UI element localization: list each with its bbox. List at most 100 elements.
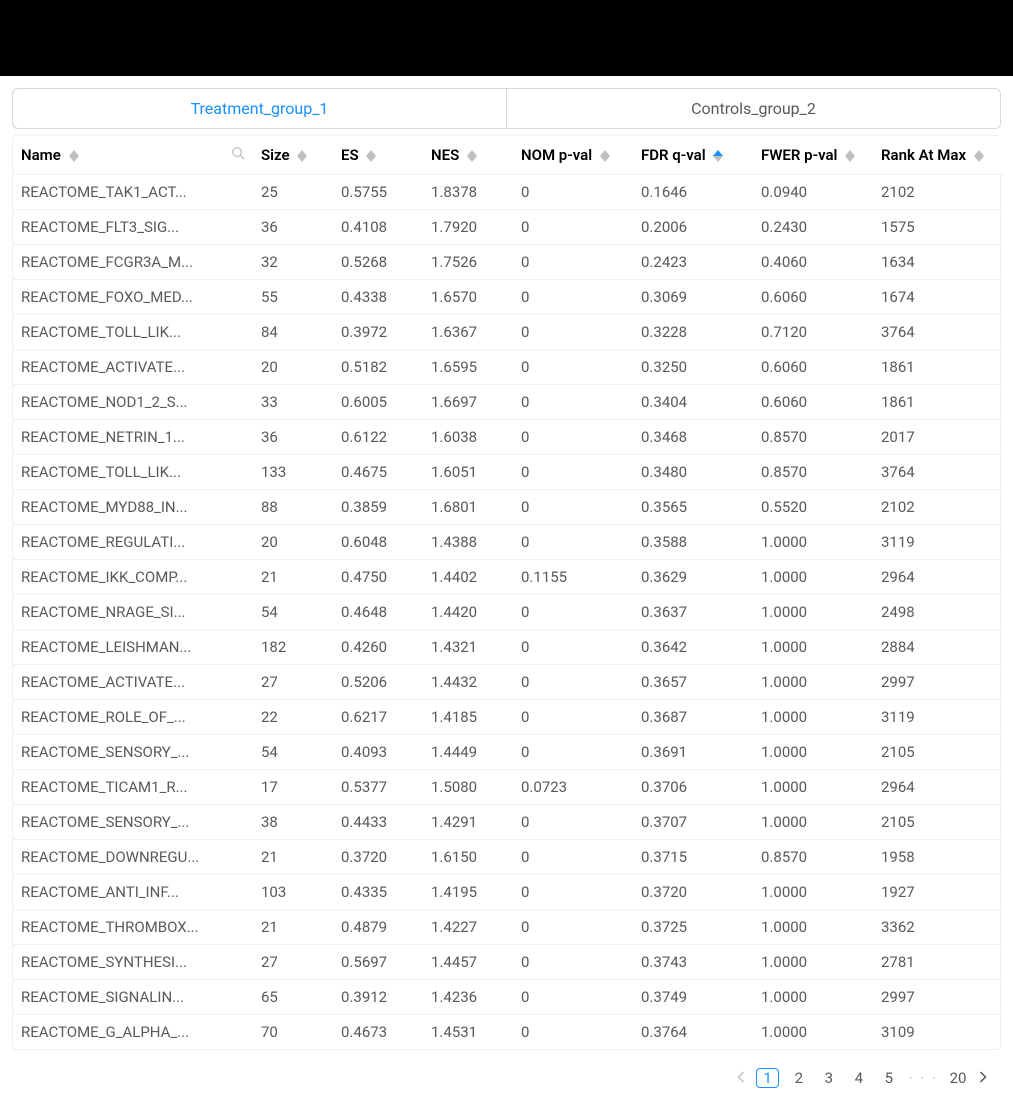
cell-rank: 3764 [873, 455, 1003, 490]
page-3[interactable]: 3 [819, 1069, 839, 1087]
cell-name: REACTOME_FLT3_SIG... [13, 210, 253, 245]
cell-nom: 0 [513, 280, 633, 315]
table-row[interactable]: REACTOME_TICAM1_R...170.53771.50800.0723… [13, 770, 1003, 805]
cell-es: 0.4335 [333, 875, 423, 910]
table-row[interactable]: REACTOME_FLT3_SIG...360.41081.792000.200… [13, 210, 1003, 245]
cell-size: 182 [253, 630, 333, 665]
cell-nom: 0 [513, 735, 633, 770]
col-fdr[interactable]: FDR q-val [633, 136, 753, 175]
table-row[interactable]: REACTOME_G_ALPHA_...700.46731.453100.376… [13, 1015, 1003, 1050]
cell-size: 70 [253, 1015, 333, 1050]
cell-fdr: 0.2006 [633, 210, 753, 245]
cell-nes: 1.6367 [423, 315, 513, 350]
cell-fwer: 1.0000 [753, 980, 873, 1015]
cell-nom: 0 [513, 420, 633, 455]
table-row[interactable]: REACTOME_SENSORY_...380.44331.429100.370… [13, 805, 1003, 840]
cell-name: REACTOME_NRAGE_SI... [13, 595, 253, 630]
cell-fwer: 0.8570 [753, 420, 873, 455]
table-row[interactable]: REACTOME_ACTIVATE...270.52061.443200.365… [13, 665, 1003, 700]
page-5[interactable]: 5 [879, 1069, 899, 1087]
cell-nes: 1.4195 [423, 875, 513, 910]
cell-name: REACTOME_SIGNALIN... [13, 980, 253, 1015]
tab-controls[interactable]: Controls_group_2 [506, 89, 1000, 128]
table-row[interactable]: REACTOME_THROMBOX...210.48791.422700.372… [13, 910, 1003, 945]
sort-icon [467, 150, 477, 162]
cell-fwer: 1.0000 [753, 770, 873, 805]
cell-fwer: 1.0000 [753, 910, 873, 945]
cell-fdr: 0.3588 [633, 525, 753, 560]
search-icon[interactable] [231, 146, 245, 164]
tab-treatment[interactable]: Treatment_group_1 [12, 88, 507, 129]
table-row[interactable]: REACTOME_NETRIN_1...360.61221.603800.346… [13, 420, 1003, 455]
table-row[interactable]: REACTOME_ROLE_OF_...220.62171.418500.368… [13, 700, 1003, 735]
cell-es: 0.4673 [333, 1015, 423, 1050]
sort-icon [713, 150, 723, 162]
table-row[interactable]: REACTOME_DOWNREGU...210.37201.615000.371… [13, 840, 1003, 875]
table-row[interactable]: REACTOME_SENSORY_...540.40931.444900.369… [13, 735, 1003, 770]
sort-icon [600, 150, 610, 162]
cell-size: 21 [253, 560, 333, 595]
table-row[interactable]: REACTOME_ANTI_INF...1030.43351.419500.37… [13, 875, 1003, 910]
page-next[interactable] [978, 1069, 987, 1087]
cell-fdr: 0.1646 [633, 175, 753, 210]
col-nom-label: NOM p-val [521, 146, 592, 164]
sort-icon [69, 150, 79, 162]
col-rank[interactable]: Rank At Max [873, 136, 1003, 175]
cell-nes: 1.4291 [423, 805, 513, 840]
cell-name: REACTOME_SYNTHESI... [13, 945, 253, 980]
cell-name: REACTOME_TOLL_LIK... [13, 315, 253, 350]
cell-rank: 1958 [873, 840, 1003, 875]
table-row[interactable]: REACTOME_IKK_COMP...210.47501.44020.1155… [13, 560, 1003, 595]
table-row[interactable]: REACTOME_TOLL_LIK...1330.46751.605100.34… [13, 455, 1003, 490]
table-row[interactable]: REACTOME_NOD1_2_S...330.60051.669700.340… [13, 385, 1003, 420]
cell-name: REACTOME_G_ALPHA_... [13, 1015, 253, 1050]
table-row[interactable]: REACTOME_TAK1_ACT...250.57551.837800.164… [13, 175, 1003, 210]
cell-fwer: 1.0000 [753, 700, 873, 735]
page-ellipsis[interactable]: · · · [909, 1069, 938, 1087]
cell-nom: 0 [513, 630, 633, 665]
table-row[interactable]: REACTOME_TOLL_LIK...840.39721.636700.322… [13, 315, 1003, 350]
table-row[interactable]: REACTOME_FCGR3A_M...320.52681.752600.242… [13, 245, 1003, 280]
page-4[interactable]: 4 [849, 1069, 869, 1087]
cell-fwer: 1.0000 [753, 630, 873, 665]
cell-es: 0.6122 [333, 420, 423, 455]
cell-rank: 2997 [873, 665, 1003, 700]
page-2[interactable]: 2 [789, 1069, 809, 1087]
cell-rank: 3109 [873, 1015, 1003, 1050]
cell-es: 0.3972 [333, 315, 423, 350]
table-row[interactable]: REACTOME_MYD88_IN...880.38591.680100.356… [13, 490, 1003, 525]
cell-fdr: 0.2423 [633, 245, 753, 280]
table-row[interactable]: REACTOME_REGULATI...200.60481.438800.358… [13, 525, 1003, 560]
table-row[interactable]: REACTOME_SIGNALIN...650.39121.423600.374… [13, 980, 1003, 1015]
page-1[interactable]: 1 [756, 1068, 778, 1088]
cell-size: 36 [253, 210, 333, 245]
col-es[interactable]: ES [333, 136, 423, 175]
cell-rank: 2997 [873, 980, 1003, 1015]
table-row[interactable]: REACTOME_ACTIVATE...200.51821.659500.325… [13, 350, 1003, 385]
cell-es: 0.3720 [333, 840, 423, 875]
col-fwer[interactable]: FWER p-val [753, 136, 873, 175]
col-name[interactable]: Name [13, 136, 253, 175]
sort-icon [297, 150, 307, 162]
table-row[interactable]: REACTOME_LEISHMAN...1820.42601.432100.36… [13, 630, 1003, 665]
col-size[interactable]: Size [253, 136, 333, 175]
col-nom[interactable]: NOM p-val [513, 136, 633, 175]
cell-name: REACTOME_DOWNREGU... [13, 840, 253, 875]
cell-size: 20 [253, 525, 333, 560]
cell-rank: 3764 [873, 315, 1003, 350]
cell-rank: 1861 [873, 350, 1003, 385]
page-last[interactable]: 20 [948, 1069, 968, 1087]
cell-fdr: 0.3642 [633, 630, 753, 665]
cell-es: 0.5377 [333, 770, 423, 805]
table-row[interactable]: REACTOME_NRAGE_SI...540.46481.442000.363… [13, 595, 1003, 630]
cell-nom: 0 [513, 455, 633, 490]
cell-nom: 0 [513, 245, 633, 280]
col-nes[interactable]: NES [423, 136, 513, 175]
page-prev[interactable] [737, 1069, 746, 1087]
cell-nes: 1.6150 [423, 840, 513, 875]
cell-nes: 1.7526 [423, 245, 513, 280]
cell-fdr: 0.3565 [633, 490, 753, 525]
table-row[interactable]: REACTOME_FOXO_MED...550.43381.657000.306… [13, 280, 1003, 315]
cell-fwer: 1.0000 [753, 875, 873, 910]
table-row[interactable]: REACTOME_SYNTHESI...270.56971.445700.374… [13, 945, 1003, 980]
